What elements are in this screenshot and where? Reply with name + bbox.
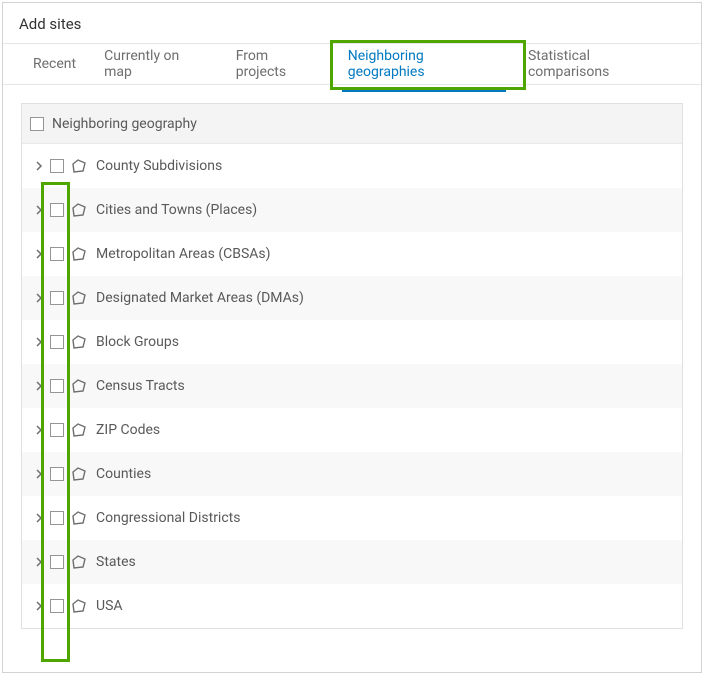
tree-row: Block Groups [22, 320, 682, 364]
row-label: Designated Market Areas (DMAs) [96, 290, 304, 306]
chevron-right-icon[interactable] [30, 513, 48, 523]
row-label: ZIP Codes [96, 422, 160, 438]
tree-row: Designated Market Areas (DMAs) [22, 276, 682, 320]
row-checkbox[interactable] [50, 599, 64, 613]
chevron-right-icon[interactable] [30, 161, 48, 171]
tree-row: Congressional Districts [22, 496, 682, 540]
row-label: Congressional Districts [96, 510, 240, 526]
tab-from-projects[interactable]: From projects [222, 38, 334, 91]
polygon-icon [70, 597, 88, 615]
polygon-icon [70, 333, 88, 351]
chevron-right-icon[interactable] [30, 205, 48, 215]
tree-row-list: County Subdivisions Cities and Towns (Pla… [22, 144, 682, 628]
geography-tree: Neighboring geography County Subdivision… [21, 103, 683, 629]
polygon-icon [70, 421, 88, 439]
add-sites-dialog: Add sites Recent Currently on map From p… [2, 2, 702, 673]
row-checkbox[interactable] [50, 511, 64, 525]
polygon-icon [70, 245, 88, 263]
chevron-right-icon[interactable] [30, 425, 48, 435]
tree-row: County Subdivisions [22, 144, 682, 188]
row-label: Block Groups [96, 334, 179, 350]
tree-row: Counties [22, 452, 682, 496]
polygon-icon [70, 157, 88, 175]
tree-row: States [22, 540, 682, 584]
row-label: States [96, 554, 136, 570]
row-label: County Subdivisions [96, 158, 222, 174]
chevron-right-icon[interactable] [30, 249, 48, 259]
row-checkbox[interactable] [50, 423, 64, 437]
polygon-icon [70, 553, 88, 571]
tree-row: ZIP Codes [22, 408, 682, 452]
row-checkbox[interactable] [50, 467, 64, 481]
polygon-icon [70, 465, 88, 483]
tree-panel: Neighboring geography County Subdivision… [3, 85, 701, 647]
tab-statistical-comparisons[interactable]: Statistical comparisons [514, 38, 685, 91]
tab-currently-on-map[interactable]: Currently on map [90, 38, 222, 91]
polygon-icon [70, 377, 88, 395]
tree-row: Metropolitan Areas (CBSAs) [22, 232, 682, 276]
tab-bar: Recent Currently on map From projects Ne… [3, 43, 701, 85]
polygon-icon [70, 289, 88, 307]
tree-header-label: Neighboring geography [52, 116, 197, 132]
polygon-icon [70, 201, 88, 219]
row-checkbox[interactable] [50, 379, 64, 393]
tab-neighboring-geographies[interactable]: Neighboring geographies [334, 38, 514, 91]
tree-header: Neighboring geography [22, 104, 682, 144]
row-label: Metropolitan Areas (CBSAs) [96, 246, 271, 262]
row-label: Counties [96, 466, 151, 482]
tree-row: Census Tracts [22, 364, 682, 408]
row-label: USA [96, 598, 123, 614]
chevron-right-icon[interactable] [30, 337, 48, 347]
tree-row: USA [22, 584, 682, 628]
polygon-icon [70, 509, 88, 527]
chevron-right-icon[interactable] [30, 557, 48, 567]
row-checkbox[interactable] [50, 247, 64, 261]
chevron-right-icon[interactable] [30, 601, 48, 611]
tab-recent[interactable]: Recent [19, 46, 90, 83]
row-checkbox[interactable] [50, 291, 64, 305]
select-all-checkbox[interactable] [30, 117, 44, 131]
chevron-right-icon[interactable] [30, 293, 48, 303]
row-checkbox[interactable] [50, 335, 64, 349]
chevron-right-icon[interactable] [30, 469, 48, 479]
row-checkbox[interactable] [50, 555, 64, 569]
tree-row: Cities and Towns (Places) [22, 188, 682, 232]
row-label: Census Tracts [96, 378, 185, 394]
row-checkbox[interactable] [50, 159, 64, 173]
row-checkbox[interactable] [50, 203, 64, 217]
chevron-right-icon[interactable] [30, 381, 48, 391]
row-label: Cities and Towns (Places) [96, 202, 257, 218]
